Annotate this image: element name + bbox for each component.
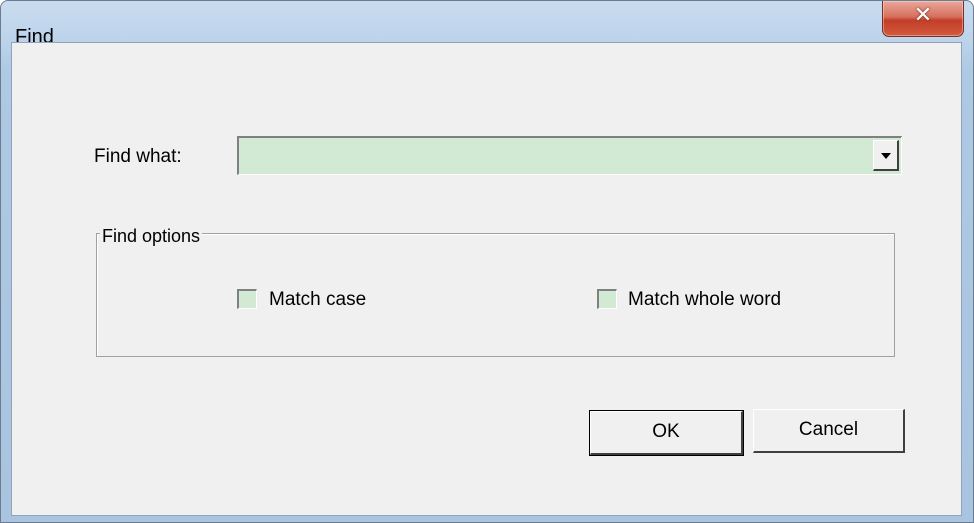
match-case-label[interactable]: Match case	[269, 289, 366, 311]
cancel-button[interactable]: Cancel	[753, 409, 905, 453]
find-what-dropdown-button[interactable]	[873, 140, 899, 171]
dialog-client-area: Find what: Find options Match case Match…	[11, 42, 962, 516]
find-what-input[interactable]	[239, 138, 871, 174]
find-what-combobox[interactable]	[237, 136, 902, 175]
chevron-down-icon	[881, 153, 891, 159]
find-dialog-window: Find ✕ Find what: Find options Match cas…	[0, 0, 974, 523]
close-button[interactable]: ✕	[882, 1, 964, 37]
ok-button[interactable]: OK	[589, 410, 744, 456]
find-what-label: Find what:	[94, 146, 182, 167]
find-options-legend: Find options	[100, 226, 203, 247]
close-icon: ✕	[913, 3, 933, 28]
match-case-checkbox[interactable]	[237, 289, 257, 309]
match-whole-word-checkbox[interactable]	[597, 289, 617, 309]
match-whole-word-label[interactable]: Match whole word	[628, 289, 781, 311]
